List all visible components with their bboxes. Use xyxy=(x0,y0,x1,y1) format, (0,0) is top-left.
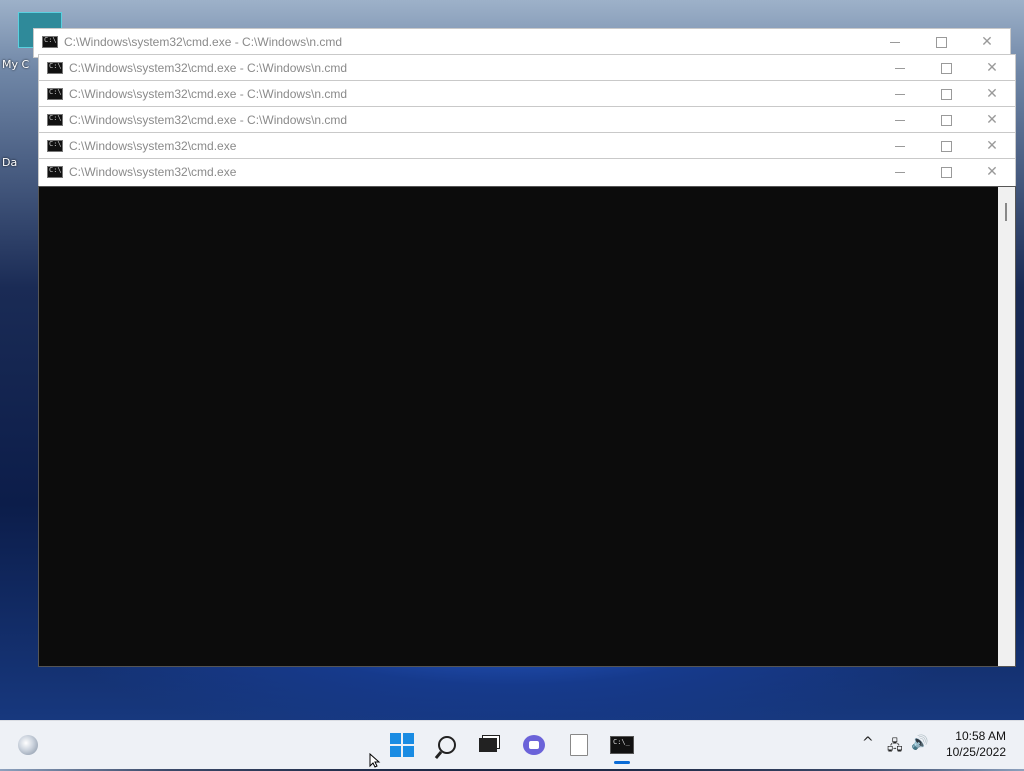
close-button[interactable]: ✕ xyxy=(969,107,1015,133)
widgets-icon xyxy=(18,735,38,755)
scrollbar-thumb[interactable] xyxy=(1005,203,1007,221)
minimize-button[interactable] xyxy=(877,55,923,81)
close-icon: ✕ xyxy=(986,60,998,76)
maximize-icon xyxy=(940,140,952,152)
title-bar[interactable]: C:\Windows\system32\cmd.exe - C:\Windows… xyxy=(39,81,1015,107)
maximize-icon xyxy=(940,114,952,126)
cmd-icon xyxy=(47,140,63,152)
close-button[interactable]: ✕ xyxy=(969,159,1015,185)
title-bar[interactable]: C:\Windows\system32\cmd.exe ✕ xyxy=(39,133,1015,159)
minimize-icon xyxy=(895,145,905,147)
minimize-button[interactable] xyxy=(877,107,923,133)
volume-icon[interactable]: 🔊 xyxy=(911,735,928,751)
command-prompt-icon xyxy=(610,736,634,754)
close-icon: ✕ xyxy=(986,86,998,102)
title-bar[interactable]: C:\Windows\system32\cmd.exe ✕ xyxy=(39,159,1015,185)
title-bar[interactable]: C:\Windows\system32\cmd.exe - C:\Windows… xyxy=(39,107,1015,133)
minimize-button[interactable] xyxy=(877,159,923,185)
teams-chat-icon xyxy=(523,735,545,755)
close-button[interactable]: ✕ xyxy=(969,81,1015,107)
maximize-icon xyxy=(940,88,952,100)
close-button[interactable]: ✕ xyxy=(969,55,1015,81)
start-button[interactable] xyxy=(386,729,418,761)
maximize-icon xyxy=(940,166,952,178)
minimize-icon xyxy=(895,93,905,95)
task-view-button[interactable] xyxy=(472,729,504,761)
clock-date: 10/25/2022 xyxy=(945,745,1006,759)
close-icon: ✕ xyxy=(986,112,998,128)
notepad-button[interactable] xyxy=(563,729,595,761)
cmd-icon xyxy=(42,36,58,48)
window-title: C:\Windows\system32\cmd.exe - C:\Windows… xyxy=(69,113,348,127)
maximize-button[interactable] xyxy=(923,81,969,107)
title-bar[interactable]: C:\Windows\system32\cmd.exe - C:\Windows… xyxy=(34,29,1010,55)
network-icon[interactable]: 🖧 xyxy=(887,735,903,759)
close-icon: ✕ xyxy=(986,138,998,154)
cmd-icon xyxy=(47,88,63,100)
maximize-button[interactable] xyxy=(923,133,969,159)
window-title: C:\Windows\system32\cmd.exe xyxy=(69,165,237,179)
maximize-button[interactable] xyxy=(923,159,969,185)
minimize-button[interactable] xyxy=(877,133,923,159)
notepad-icon xyxy=(570,734,588,756)
maximize-button[interactable] xyxy=(918,29,964,55)
close-icon: ✕ xyxy=(986,164,998,180)
vertical-scrollbar[interactable] xyxy=(998,187,1015,666)
maximize-button[interactable] xyxy=(923,107,969,133)
maximize-icon xyxy=(935,36,947,48)
minimize-icon xyxy=(895,119,905,121)
maximize-icon xyxy=(940,62,952,74)
close-button[interactable]: ✕ xyxy=(964,29,1010,55)
mouse-cursor-icon xyxy=(369,752,381,771)
chat-button[interactable] xyxy=(518,729,550,761)
desktop-icon-label: My C xyxy=(2,58,30,71)
cmd-icon xyxy=(47,62,63,74)
cmd-icon xyxy=(47,166,63,178)
minimize-icon xyxy=(890,41,900,43)
console-area[interactable] xyxy=(38,186,1016,667)
widgets-button[interactable] xyxy=(12,729,44,761)
close-button[interactable]: ✕ xyxy=(969,133,1015,159)
command-prompt-button[interactable] xyxy=(606,729,638,761)
windows-logo-icon xyxy=(390,733,414,757)
search-icon xyxy=(438,736,456,754)
title-bar[interactable]: C:\Windows\system32\cmd.exe - C:\Windows… xyxy=(39,55,1015,81)
taskbar: ^ 🖧 🔊 10:58 AM 10/25/2022 xyxy=(0,720,1024,769)
window-title: C:\Windows\system32\cmd.exe - C:\Windows… xyxy=(69,87,348,101)
clock[interactable]: 10:58 AM 10/25/2022 xyxy=(946,728,1006,760)
active-app-indicator xyxy=(614,761,630,764)
cmd-window-active[interactable]: C:\Windows\system32\cmd.exe ✕ xyxy=(38,158,1016,187)
close-icon: ✕ xyxy=(981,34,993,50)
search-button[interactable] xyxy=(431,729,463,761)
maximize-button[interactable] xyxy=(923,55,969,81)
minimize-icon xyxy=(895,171,905,173)
show-hidden-icons-chevron-icon[interactable]: ^ xyxy=(862,735,874,751)
minimize-button[interactable] xyxy=(877,81,923,107)
window-title: C:\Windows\system32\cmd.exe - C:\Windows… xyxy=(64,35,343,49)
desktop-icon-label: Da xyxy=(2,156,18,169)
clock-time: 10:58 AM xyxy=(955,729,1006,743)
minimize-icon xyxy=(895,67,905,69)
window-title: C:\Windows\system32\cmd.exe - C:\Windows… xyxy=(69,61,348,75)
window-title: C:\Windows\system32\cmd.exe xyxy=(69,139,237,153)
task-view-icon xyxy=(479,738,497,752)
minimize-button[interactable] xyxy=(872,29,918,55)
cmd-icon xyxy=(47,114,63,126)
